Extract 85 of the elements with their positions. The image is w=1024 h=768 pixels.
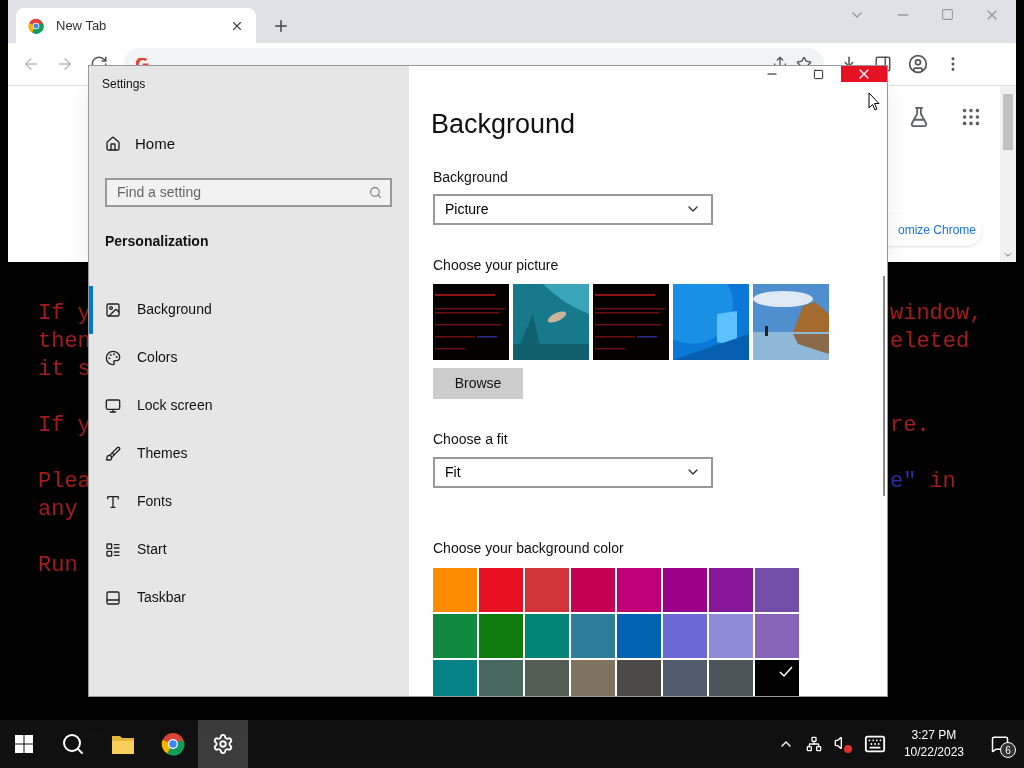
color-swatch[interactable]: [433, 613, 477, 658]
palette-icon: [105, 349, 121, 366]
profile-icon[interactable]: [908, 54, 928, 74]
nav-item[interactable]: Lock screen: [89, 381, 409, 430]
color-swatch[interactable]: [525, 613, 569, 658]
browse-button[interactable]: Browse: [433, 367, 523, 399]
field-label: Choose your background color: [433, 538, 625, 558]
scrollbar[interactable]: [883, 276, 885, 496]
keyboard-icon[interactable]: [863, 733, 886, 755]
layout-icon: [105, 541, 121, 558]
brush-icon: [105, 445, 121, 462]
color-swatch[interactable]: [709, 659, 753, 696]
wallpaper-text: any: [38, 496, 78, 524]
monitor-icon: [105, 397, 121, 414]
color-swatch[interactable]: [663, 567, 707, 612]
nav-item[interactable]: Fonts: [89, 477, 409, 526]
notification-badge: 6: [1000, 742, 1016, 758]
color-swatch[interactable]: [709, 613, 753, 658]
color-swatch[interactable]: [663, 613, 707, 658]
wallpaper-text: e": [890, 468, 917, 496]
notification-button[interactable]: 6: [982, 724, 1018, 764]
color-swatch[interactable]: [479, 613, 523, 658]
wallpaper-text: Run: [38, 552, 78, 580]
home-link[interactable]: Home: [105, 133, 409, 156]
fit-dropdown[interactable]: Fit: [433, 456, 713, 488]
background-dropdown[interactable]: Picture: [433, 193, 713, 225]
color-swatch[interactable]: [709, 567, 753, 612]
wallpaper-text: re.: [890, 412, 930, 440]
home-icon: [105, 136, 121, 153]
color-swatch[interactable]: [617, 567, 661, 612]
page-title: Background: [431, 108, 577, 141]
panel-icon: [105, 589, 121, 606]
scrollbar-thumb[interactable]: [1003, 94, 1013, 150]
color-swatch[interactable]: [755, 613, 799, 658]
windows-logo-icon: [15, 735, 33, 753]
search-field[interactable]: Find a setting: [105, 177, 392, 207]
section-heading: Personalization: [105, 231, 210, 251]
maximize-icon: [812, 68, 824, 80]
chrome-icon: [161, 732, 185, 756]
nav-item[interactable]: Colors: [89, 333, 409, 382]
color-swatch[interactable]: [617, 659, 661, 696]
color-swatch[interactable]: [755, 567, 799, 612]
scroll-down-icon[interactable]: [1003, 250, 1013, 260]
nav-item[interactable]: Start: [89, 525, 409, 574]
scrollbar[interactable]: [1000, 86, 1016, 262]
field-label: Choose your picture: [433, 255, 560, 275]
color-swatch[interactable]: [755, 659, 799, 696]
taskbar-button[interactable]: [198, 720, 248, 768]
flask-icon[interactable]: [908, 106, 930, 128]
wallpaper-text: eleted: [890, 328, 970, 356]
window-title: Settings: [102, 76, 147, 93]
wallpaper-text: Plea: [38, 468, 91, 496]
close-button[interactable]: [841, 66, 887, 82]
color-swatch[interactable]: [479, 567, 523, 612]
chrome-logo-icon: [28, 17, 44, 34]
cursor-icon: [868, 92, 880, 111]
color-swatch[interactable]: [525, 659, 569, 696]
nav-item[interactable]: Themes: [89, 429, 409, 478]
color-swatch[interactable]: [433, 659, 477, 696]
check-icon: [779, 665, 793, 678]
color-swatch[interactable]: [525, 567, 569, 612]
search-icon: [369, 185, 382, 199]
color-swatch[interactable]: [571, 659, 615, 696]
letter-icon: [105, 493, 121, 510]
color-swatch[interactable]: [433, 567, 477, 612]
browser-tab[interactable]: New Tab: [16, 8, 256, 43]
search-icon: [61, 732, 85, 756]
network-icon[interactable]: [805, 736, 822, 752]
color-swatch[interactable]: [663, 659, 707, 696]
color-swatch[interactable]: [571, 613, 615, 658]
color-swatch[interactable]: [571, 567, 615, 612]
volume-icon[interactable]: [833, 735, 852, 753]
field-label: Background: [433, 167, 509, 187]
color-swatch[interactable]: [479, 659, 523, 696]
wallpaper-text: window,: [890, 300, 983, 328]
clock[interactable]: 3:27 PM 10/22/2023: [897, 727, 970, 761]
apps-grid-icon[interactable]: [960, 106, 982, 128]
field-label: Choose a fit: [433, 429, 509, 449]
folder-icon: [111, 733, 135, 755]
picture-icon: [105, 301, 121, 318]
wallpaper-text: then: [38, 328, 91, 356]
gear-icon: [212, 733, 234, 755]
color-swatch[interactable]: [617, 613, 661, 658]
wallpaper-text: in: [929, 468, 956, 496]
nav-item[interactable]: Taskbar: [89, 573, 409, 622]
